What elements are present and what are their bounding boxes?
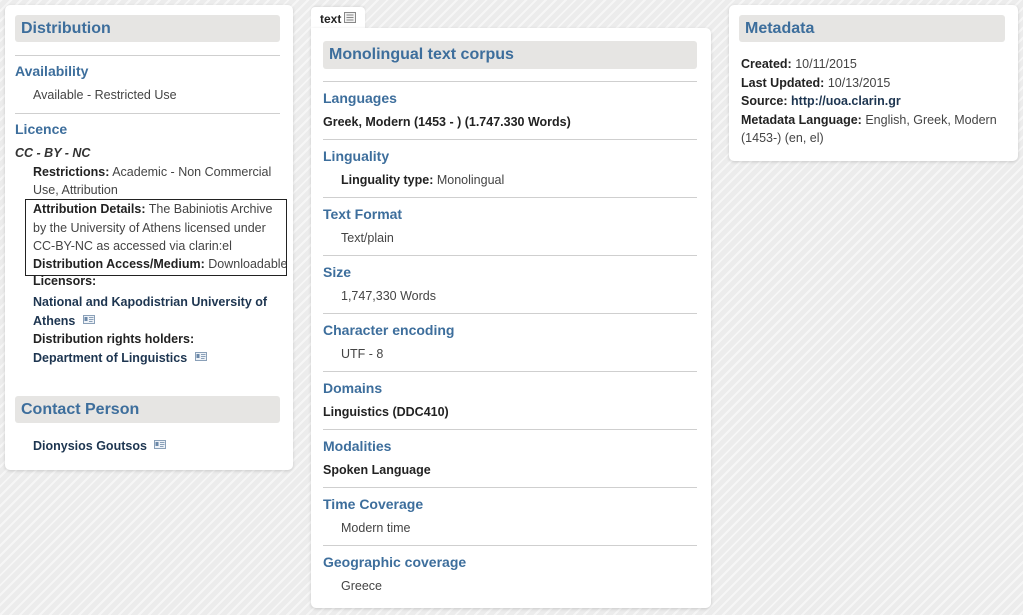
divider	[323, 313, 697, 314]
divider	[323, 255, 697, 256]
resource-panel: Monolingual text corpus Languages Greek,…	[311, 28, 711, 608]
licensors-label: Licensors:	[33, 274, 97, 288]
metadata-language-label: Metadata Language:	[741, 112, 862, 127]
updated-row: Last Updated: 10/13/2015	[741, 74, 1003, 93]
source-row: Source: http://uoa.clarin.gr	[741, 92, 1003, 111]
licensor-row: National and Kapodistrian University of …	[33, 293, 273, 331]
metadata-info: Created: 10/11/2015 Last Updated: 10/13/…	[741, 55, 1003, 148]
licence-name: CC - BY - NC	[15, 146, 91, 160]
tab-text[interactable]: text	[311, 7, 365, 29]
divider	[323, 429, 697, 430]
metadata-language-row: Metadata Language: English, Greek, Moder…	[741, 111, 1003, 148]
domains-value: Linguistics (DDC410)	[323, 405, 449, 419]
size-value: 1,747,330 Words	[341, 289, 436, 303]
contact-header: Contact Person	[15, 396, 280, 423]
created-row: Created: 10/11/2015	[741, 55, 1003, 74]
contact-card-icon[interactable]	[82, 315, 95, 324]
linguality-row: Linguality type: Monolingual	[341, 173, 504, 187]
contact-row: Dionysios Goutsos	[33, 439, 167, 453]
text-format-value: Text/plain	[341, 231, 394, 245]
source-link[interactable]: http://uoa.clarin.gr	[791, 94, 901, 108]
source-label: Source:	[741, 94, 788, 108]
licensor-link[interactable]: National and Kapodistrian University of …	[33, 295, 267, 328]
contact-person-link[interactable]: Dionysios Goutsos	[33, 439, 147, 453]
divider	[323, 371, 697, 372]
text-document-icon	[344, 12, 356, 26]
tab-text-label: text	[320, 12, 342, 26]
languages-value: Greek, Modern (1453 - ) (1.747.330 Words…	[323, 115, 571, 129]
attribution-highlight-box	[25, 199, 287, 276]
languages-title: Languages	[323, 90, 397, 106]
time-coverage-title: Time Coverage	[323, 496, 424, 512]
licence-title: Licence	[15, 121, 68, 137]
geo-coverage-value: Greece	[341, 579, 382, 593]
divider	[15, 113, 280, 114]
encoding-title: Character encoding	[323, 322, 455, 338]
domains-title: Domains	[323, 380, 383, 396]
distribution-header: Distribution	[15, 15, 280, 42]
rights-holder-row: Department of Linguistics	[33, 351, 207, 365]
rights-holder-link[interactable]: Department of Linguistics	[33, 351, 187, 365]
created-label: Created:	[741, 57, 792, 71]
created-value: 10/11/2015	[795, 57, 857, 71]
divider	[323, 139, 697, 140]
availability-value: Available - Restricted Use	[33, 88, 177, 102]
divider	[323, 545, 697, 546]
restrictions-label: Restrictions:	[33, 165, 110, 179]
time-coverage-value: Modern time	[341, 521, 411, 535]
modalities-value: Spoken Language	[323, 463, 431, 477]
divider	[323, 197, 697, 198]
contact-card-icon[interactable]	[194, 352, 207, 361]
divider	[15, 55, 280, 56]
divider	[323, 81, 697, 82]
text-format-title: Text Format	[323, 206, 403, 222]
linguality-label: Linguality type:	[341, 173, 434, 187]
rights-holders-label: Distribution rights holders:	[33, 332, 195, 346]
linguality-value: Monolingual	[436, 173, 505, 187]
metadata-panel: Metadata Created: 10/11/2015 Last Update…	[729, 5, 1018, 161]
linguality-title: Linguality	[323, 148, 390, 164]
geo-coverage-title: Geographic coverage	[323, 554, 467, 570]
metadata-header: Metadata	[739, 15, 1005, 42]
size-title: Size	[323, 264, 352, 280]
encoding-value: UTF - 8	[341, 347, 384, 361]
contact-card-icon[interactable]	[154, 440, 167, 449]
updated-label: Last Updated:	[741, 75, 825, 90]
availability-title: Availability	[15, 63, 89, 79]
modalities-title: Modalities	[323, 438, 392, 454]
divider	[323, 487, 697, 488]
updated-value: 10/13/2015	[827, 75, 891, 90]
resource-type-header: Monolingual text corpus	[323, 41, 697, 69]
restrictions-row: Restrictions: Academic - Non Commercial …	[33, 163, 283, 199]
